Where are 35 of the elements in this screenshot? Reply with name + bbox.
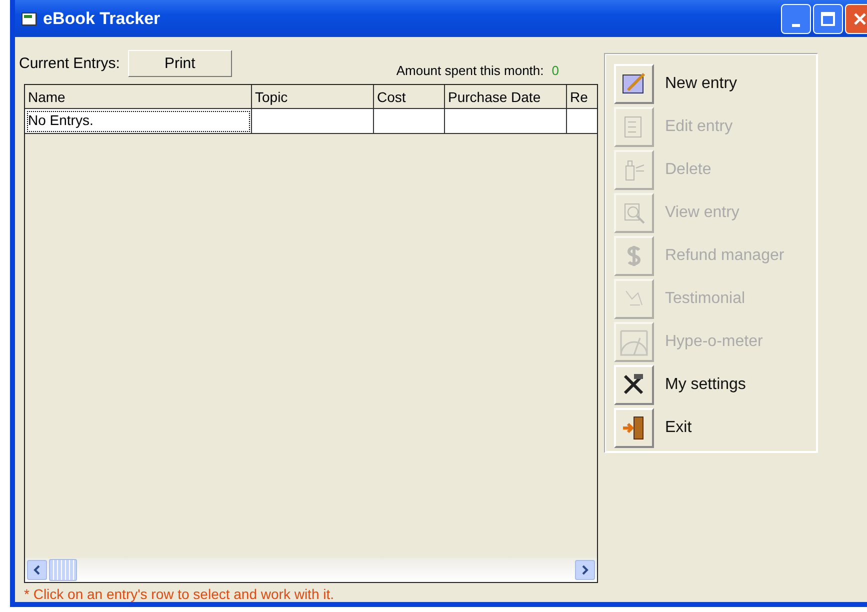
- action-button[interactable]: [614, 64, 654, 104]
- action-label: Hype-o-meter: [665, 333, 763, 351]
- hint-text: * Click on an entry's row to select and work with it.: [24, 586, 336, 602]
- action-label: View entry: [665, 204, 740, 222]
- table-cell[interactable]: [567, 109, 597, 134]
- close-icon: [853, 12, 867, 26]
- print-button[interactable]: Print: [128, 50, 232, 76]
- table-cell[interactable]: [374, 109, 445, 134]
- amount-value: 0: [552, 62, 559, 78]
- close-button[interactable]: [845, 4, 867, 34]
- window-icon: [21, 12, 37, 26]
- action-label: Exit: [665, 419, 692, 437]
- maximize-button[interactable]: [813, 4, 843, 34]
- minimize-button[interactable]: [781, 4, 811, 34]
- horizontal-scrollbar[interactable]: [25, 558, 597, 582]
- meter-icon: [620, 328, 648, 356]
- amount-label: Amount spent this month:: [396, 62, 544, 78]
- scroll-left-button[interactable]: [27, 560, 47, 580]
- action-label: Testimonial: [665, 290, 746, 308]
- table-cell[interactable]: [252, 109, 374, 134]
- maximize-icon: [821, 12, 835, 26]
- minimize-icon: [792, 24, 800, 27]
- action-button[interactable]: [614, 365, 654, 405]
- action-label: New entry: [665, 75, 738, 93]
- table-cell[interactable]: No Entrys.: [25, 109, 252, 134]
- action-label: My settings: [665, 376, 746, 394]
- scroll-right-button[interactable]: [575, 560, 595, 580]
- scroll-thumb[interactable]: [49, 559, 77, 581]
- action-label: Edit entry: [665, 118, 733, 136]
- window-title: eBook Tracker: [43, 8, 160, 28]
- current-entries-label: Current Entrys:: [19, 54, 120, 72]
- action-label: Refund manager: [665, 247, 784, 265]
- action-button[interactable]: [614, 408, 654, 448]
- table-cell[interactable]: [445, 109, 567, 134]
- action-label: Delete: [665, 161, 712, 179]
